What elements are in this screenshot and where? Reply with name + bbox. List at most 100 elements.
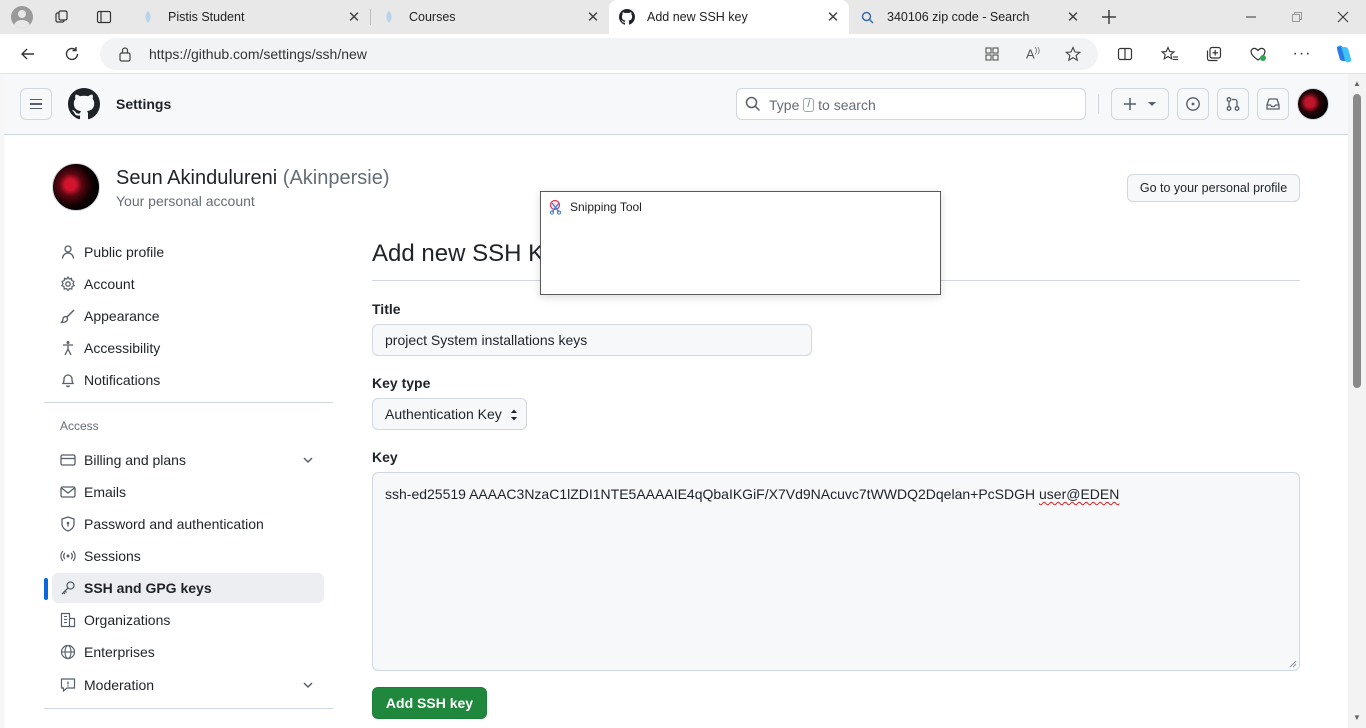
refresh-icon[interactable] <box>57 40 87 68</box>
restore-icon[interactable] <box>1274 0 1320 34</box>
tab-title: 340106 zip code - Search <box>887 10 1030 24</box>
close-icon[interactable]: ✕ <box>583 7 603 27</box>
chevron-down-icon[interactable] <box>300 677 316 693</box>
sidebar-item-billing[interactable]: Billing and plans <box>52 445 324 475</box>
user-avatar-menu[interactable] <box>1297 88 1329 120</box>
page-scrollbar[interactable]: ▲ ▼ <box>1348 74 1366 728</box>
sidebar-item-label: Notifications <box>84 372 161 388</box>
tab-actions-icon[interactable] <box>92 5 116 29</box>
sidebar-item-sessions[interactable]: Sessions <box>52 541 324 571</box>
title-label: Title <box>372 301 401 317</box>
collections-icon[interactable] <box>1201 42 1227 66</box>
pull-requests-button[interactable] <box>1217 88 1249 120</box>
github-icon <box>619 9 635 25</box>
sidebar-item-label: SSH and GPG keys <box>84 580 212 596</box>
select-arrows-icon <box>511 409 517 421</box>
user-full-name: Seun Akindulureni <box>116 167 278 189</box>
broadcast-icon <box>60 548 76 564</box>
user-display-name[interactable]: Seun Akindulureni (Akinpersie) <box>116 167 390 190</box>
inbox-button[interactable] <box>1257 88 1289 120</box>
account-type-label: Your personal account <box>116 193 255 209</box>
scroll-up-icon[interactable]: ▲ <box>1352 80 1362 88</box>
key-text-flagged: user@EDEN <box>1039 486 1120 502</box>
url-text[interactable]: https://github.com/settings/ssh/new <box>149 46 367 62</box>
credit-card-icon <box>60 452 76 468</box>
resize-handle-icon[interactable] <box>1289 660 1297 668</box>
key-type-label: Key type <box>372 375 431 391</box>
title-field[interactable]: project System installations keys <box>372 324 812 356</box>
user-login: (Akinpersie) <box>282 167 390 189</box>
browser-essentials-icon[interactable] <box>1245 42 1271 66</box>
profile-icon[interactable] <box>10 5 34 29</box>
close-icon[interactable]: ✕ <box>344 7 364 27</box>
pull-request-icon <box>1226 97 1240 111</box>
close-icon[interactable]: ✕ <box>823 7 843 27</box>
search-input[interactable]: Type / to search <box>736 88 1086 120</box>
tab-courses[interactable]: Courses ✕ <box>371 0 609 34</box>
favorite-star-icon[interactable] <box>1061 42 1085 66</box>
header-context-title[interactable]: Settings <box>116 96 171 112</box>
sidebar-item-label: Enterprises <box>84 644 155 660</box>
copilot-icon[interactable] <box>1331 42 1357 66</box>
menu-icon[interactable] <box>20 88 52 120</box>
github-logo-icon[interactable] <box>68 88 100 120</box>
shield-lock-icon <box>60 516 76 532</box>
minimize-icon[interactable] <box>1228 0 1274 34</box>
key-type-value: Authentication Key <box>385 406 502 422</box>
key-type-select[interactable]: Authentication Key <box>372 398 527 430</box>
workspaces-icon[interactable] <box>50 5 74 29</box>
paintbrush-icon <box>60 308 76 324</box>
snipping-tool-icon <box>549 199 562 215</box>
tab-title: Add new SSH key <box>647 10 748 24</box>
snipping-tool-window[interactable]: Snipping Tool <box>540 191 941 295</box>
sidebar-item-label: Password and authentication <box>84 516 264 532</box>
sidebar-item-enterprises[interactable]: Enterprises <box>52 637 324 667</box>
sidebar-item-password-auth[interactable]: Password and authentication <box>52 509 324 539</box>
sidebar-item-accessibility[interactable]: Accessibility <box>52 333 324 363</box>
go-to-profile-button[interactable]: Go to your personal profile <box>1127 174 1300 202</box>
lock-icon[interactable] <box>118 46 132 62</box>
favorites-icon[interactable] <box>1157 42 1183 66</box>
sidebar-item-public-profile[interactable]: Public profile <box>52 237 324 267</box>
sidebar-heading-access: Access <box>60 419 99 433</box>
sidebar-item-label: Account <box>84 276 135 292</box>
issue-icon <box>1186 97 1200 111</box>
app-available-icon[interactable] <box>980 42 1004 66</box>
sidebar-item-ssh-gpg-keys[interactable]: SSH and GPG keys <box>44 573 324 603</box>
close-icon[interactable]: ✕ <box>1063 7 1083 27</box>
sidebar-item-label: Sessions <box>84 548 141 564</box>
search-placeholder: Type / to search <box>769 97 876 113</box>
sidebar-item-label: Moderation <box>84 677 155 693</box>
scrollbar-thumb[interactable] <box>1353 94 1361 388</box>
accessibility-icon <box>60 340 76 356</box>
sidebar-item-emails[interactable]: Emails <box>52 477 324 507</box>
tab-zip-search[interactable]: 340106 zip code - Search ✕ <box>849 0 1089 34</box>
tab-pistis-student[interactable]: Pistis Student ✕ <box>130 0 370 34</box>
close-window-icon[interactable] <box>1320 0 1366 34</box>
sidebar-item-label: Billing and plans <box>84 452 186 468</box>
search-suffix: to search <box>818 97 876 113</box>
snipping-tool-title: Snipping Tool <box>570 200 642 214</box>
read-aloud-icon[interactable]: A)) <box>1021 42 1045 66</box>
chevron-down-icon[interactable] <box>300 452 316 468</box>
address-bar[interactable]: https://github.com/settings/ssh/new A)) <box>100 38 1098 70</box>
sidebar-item-moderation[interactable]: Moderation <box>52 670 324 700</box>
back-icon[interactable] <box>13 40 43 68</box>
sidebar-item-account[interactable]: Account <box>52 269 324 299</box>
tab-add-ssh-key[interactable]: Add new SSH key ✕ <box>609 0 849 34</box>
more-options-icon[interactable]: ··· <box>1289 42 1315 66</box>
avatar[interactable] <box>52 163 100 211</box>
issues-button[interactable] <box>1177 88 1209 120</box>
create-new-button[interactable] <box>1111 88 1169 120</box>
sidebar-item-appearance[interactable]: Appearance <box>52 301 324 331</box>
key-textarea[interactable]: ssh-ed25519 AAAAC3NzaC1lZDI1NTE5AAAAIE4q… <box>372 472 1300 671</box>
split-screen-icon[interactable] <box>1112 42 1138 66</box>
sidebar-item-notifications[interactable]: Notifications <box>52 365 324 395</box>
inbox-icon <box>1266 98 1280 110</box>
add-ssh-key-button[interactable]: Add SSH key <box>372 687 487 719</box>
tab-title: Courses <box>409 10 456 24</box>
search-shortcut-key: / <box>803 98 815 112</box>
sidebar-item-organizations[interactable]: Organizations <box>52 605 324 635</box>
new-tab-icon[interactable] <box>1097 5 1121 29</box>
scroll-down-icon[interactable]: ▼ <box>1352 714 1362 722</box>
